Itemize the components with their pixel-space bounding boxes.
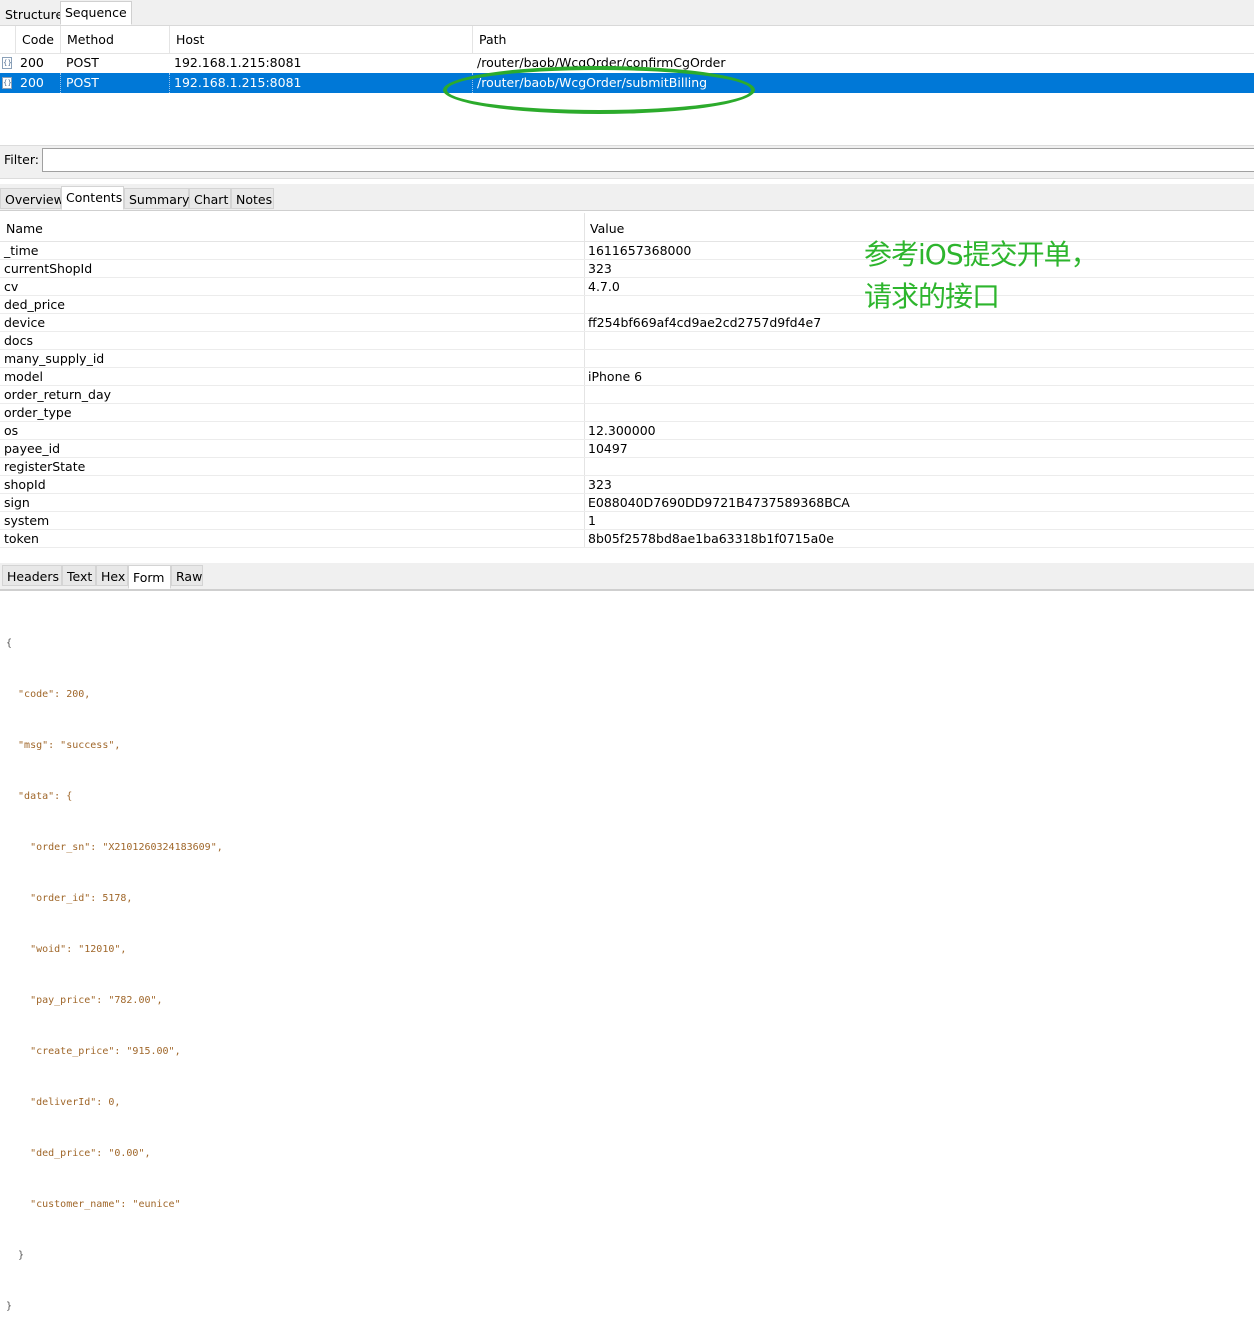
column-header-method[interactable]: Method — [61, 26, 170, 53]
tab-hex[interactable]: Hex — [96, 565, 128, 586]
json-line: "customer_name": "eunice" — [6, 1199, 181, 1210]
param-value: 1 — [588, 513, 596, 528]
table-row[interactable]: registerState — [0, 458, 1254, 476]
icon-column-header — [0, 26, 16, 53]
param-value: 1611657368000 — [588, 243, 692, 258]
param-name: currentShopId — [4, 261, 93, 276]
param-name: os — [4, 423, 19, 438]
table-row[interactable]: sign E088040D7690DD9721B4737589368BCA — [0, 494, 1254, 512]
json-line: } — [6, 1250, 25, 1261]
tab-overview[interactable]: Overview — [0, 188, 64, 209]
column-header-value[interactable]: Value — [590, 221, 624, 236]
json-line: "deliverId": 0, — [6, 1097, 121, 1108]
table-row[interactable]: payee_id 10497 — [0, 440, 1254, 458]
annotation-note: 参考iOS提交开单， 请求的接口 — [864, 234, 1099, 318]
tab-contents[interactable]: Contents — [61, 186, 124, 210]
json-file-icon: {} — [2, 77, 12, 89]
param-name: model — [4, 369, 43, 384]
json-line: "ded_price": "0.00", — [6, 1148, 151, 1159]
param-value: 8b05f2578bd8ae1ba63318b1f0715a0e — [588, 531, 834, 546]
filter-label: Filter: — [4, 152, 39, 167]
annotation-line-2: 请求的接口 — [864, 280, 1000, 313]
param-value: 12.300000 — [588, 423, 656, 438]
param-value: 4.7.0 — [588, 279, 620, 294]
column-header-host[interactable]: Host — [170, 26, 473, 53]
json-line: "code": 200, — [6, 689, 91, 700]
tab-notes[interactable]: Notes — [231, 188, 274, 209]
table-row[interactable]: shopId 323 — [0, 476, 1254, 494]
tab-headers[interactable]: Headers — [2, 565, 62, 586]
param-value: 323 — [588, 477, 612, 492]
tab-sequence[interactable]: Sequence — [60, 1, 132, 25]
table-row[interactable]: system 1 — [0, 512, 1254, 530]
json-line: "data": { — [6, 791, 73, 802]
row-code: 200 — [16, 73, 61, 93]
json-line: "msg": "success", — [6, 740, 121, 751]
param-name: registerState — [4, 459, 86, 474]
param-value: 10497 — [588, 441, 628, 456]
row-host: 192.168.1.215:8081 — [170, 73, 473, 93]
tab-structure[interactable]: Structure — [0, 3, 69, 24]
param-name: ded_price — [4, 297, 65, 312]
filter-input[interactable] — [42, 148, 1254, 172]
response-tab-bar: Headers Text Hex Form Raw — [0, 563, 1254, 591]
tab-chart[interactable]: Chart — [189, 188, 231, 209]
json-line: "order_id": 5178, — [6, 893, 133, 904]
table-row[interactable]: token 8b05f2578bd8ae1ba63318b1f0715a0e — [0, 530, 1254, 548]
param-value: ff254bf669af4cd9ae2cd2757d9fd4e7 — [588, 315, 822, 330]
tab-form[interactable]: Form — [128, 565, 171, 589]
param-name: token — [4, 531, 39, 546]
json-file-icon: {} — [2, 57, 12, 69]
json-line: "woid": "12010", — [6, 944, 127, 955]
top-tab-bar: Structure Sequence — [0, 0, 1254, 26]
table-row[interactable]: order_return_day — [0, 386, 1254, 404]
annotation-line-1: 参考iOS提交开单， — [864, 238, 1099, 271]
param-name: sign — [4, 495, 30, 510]
param-name: device — [4, 315, 46, 330]
param-name: payee_id — [4, 441, 61, 456]
json-line: { — [6, 638, 13, 649]
tab-text[interactable]: Text — [62, 565, 96, 586]
column-header-code[interactable]: Code — [16, 26, 61, 53]
table-row[interactable]: model iPhone 6 — [0, 368, 1254, 386]
json-line: "create_price": "915.00", — [6, 1046, 181, 1057]
table-row[interactable]: order_type — [0, 404, 1254, 422]
highlight-ellipse — [443, 66, 755, 114]
param-name: order_return_day — [4, 387, 112, 402]
table-row[interactable]: many_supply_id — [0, 350, 1254, 368]
response-json-view: { "code": 200, "msg": "success", "data":… — [6, 601, 223, 1332]
param-value: E088040D7690DD9721B4737589368BCA — [588, 495, 850, 510]
inspector-tab-bar: Overview Contents Summary Chart Notes — [0, 184, 1254, 211]
param-name: shopId — [4, 477, 46, 492]
row-code: 200 — [20, 55, 44, 70]
tab-summary[interactable]: Summary — [124, 188, 189, 209]
row-method: POST — [62, 73, 170, 93]
param-value: iPhone 6 — [588, 369, 643, 384]
column-header-name[interactable]: Name — [6, 221, 43, 236]
param-value: 323 — [588, 261, 612, 276]
param-name: many_supply_id — [4, 351, 105, 366]
table-row[interactable]: docs — [0, 332, 1254, 350]
sequence-table-header: Code Method Host Path — [0, 26, 1254, 54]
json-line: "order_sn": "X2101260324183609", — [6, 842, 223, 853]
row-host: 192.168.1.215:8081 — [174, 55, 302, 70]
json-line: "pay_price": "782.00", — [6, 995, 163, 1006]
param-name: system — [4, 513, 50, 528]
table-row[interactable]: os 12.300000 — [0, 422, 1254, 440]
column-header-path[interactable]: Path — [473, 26, 1254, 53]
row-method: POST — [66, 55, 99, 70]
tab-raw[interactable]: Raw — [171, 565, 203, 586]
param-name: order_type — [4, 405, 72, 420]
param-name: docs — [4, 333, 33, 348]
json-line: } — [6, 1301, 13, 1312]
param-name: cv — [4, 279, 19, 294]
param-name: _time — [4, 243, 39, 258]
